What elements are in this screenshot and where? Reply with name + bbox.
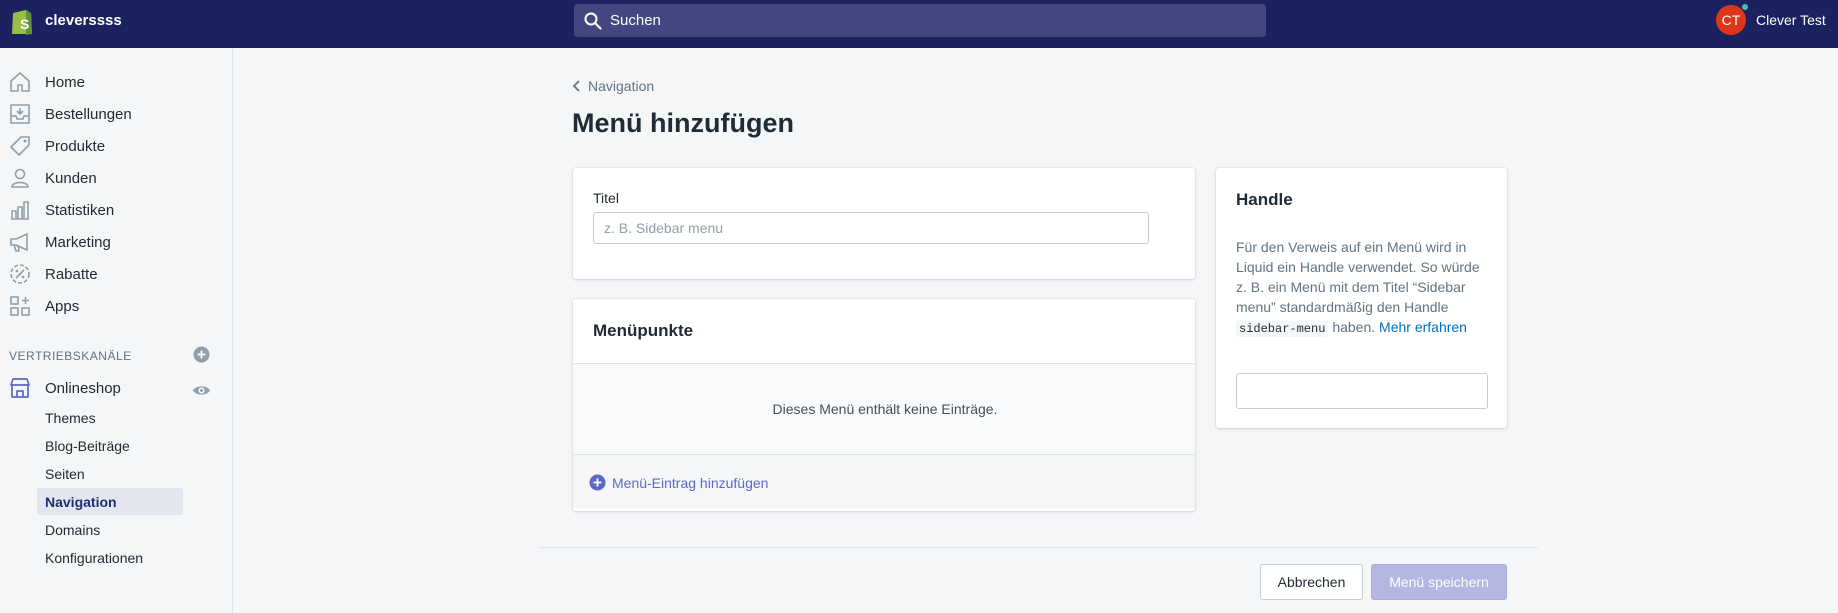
title-field-label: Titel [593, 190, 619, 206]
sidebar-subitem-domains[interactable]: Domains [37, 516, 183, 543]
sidebar-subitem-pages[interactable]: Seiten [37, 460, 183, 487]
sidebar-item-label: Bestellungen [45, 106, 132, 123]
sidebar-subitem-navigation[interactable]: Navigation [37, 488, 183, 515]
sidebar-item-orders[interactable]: Bestellungen [0, 100, 233, 128]
menu-items-empty-state: Dieses Menü enthält keine Einträge. [573, 363, 1195, 455]
add-menu-item-label: Menü-Eintrag hinzufügen [612, 474, 769, 491]
breadcrumb-back-link[interactable]: Navigation [572, 78, 654, 94]
handle-code: sidebar-menu [1236, 321, 1329, 337]
add-menu-item-button[interactable]: Menü-Eintrag hinzufügen [589, 474, 768, 491]
eye-icon[interactable] [192, 381, 211, 400]
sidebar-subitem-preferences[interactable]: Konfigurationen [37, 544, 183, 571]
sidebar-subitem-blog-posts[interactable]: Blog-Beiträge [37, 432, 183, 459]
sidebar-subitem-label: Blog-Beiträge [45, 438, 130, 454]
add-channel-icon[interactable] [193, 346, 210, 363]
handle-card: Handle Für den Verweis auf ein Menü wird… [1216, 168, 1507, 428]
apps-icon [10, 296, 30, 316]
sidebar-item-products[interactable]: Produkte [0, 132, 233, 160]
megaphone-icon [10, 233, 28, 252]
sidebar-item-label: Home [45, 74, 86, 91]
sidebar-subitem-label: Domains [45, 522, 101, 538]
sidebar-item-label: Marketing [45, 234, 111, 251]
search-bar[interactable]: Suchen [574, 4, 1266, 37]
footer-divider [540, 547, 1538, 548]
handle-description: Für den Verweis auf ein Menü wird in Liq… [1236, 237, 1492, 339]
handle-desc-text-end: haben. [1332, 319, 1376, 335]
top-bar: S cleverssss Suchen CT Clever Test [0, 0, 1838, 48]
sidebar-subitem-label: Seiten [45, 466, 85, 482]
sidebar-item-label: Apps [45, 298, 80, 315]
sidebar-subitem-label: Konfigurationen [45, 550, 144, 566]
discount-icon [10, 264, 30, 284]
title-card: Titel [573, 168, 1195, 279]
sidebar-subitem-label: Navigation [45, 494, 117, 510]
analytics-icon [11, 201, 29, 220]
sidebar-subitem-themes[interactable]: Themes [37, 404, 183, 431]
title-input[interactable] [593, 212, 1149, 244]
store-name[interactable]: cleverssss [45, 12, 122, 29]
page-title: Menü hinzufügen [572, 108, 794, 138]
tag-icon [10, 136, 30, 156]
sidebar-item-label: Onlineshop [45, 380, 121, 397]
sidebar-item-label: Produkte [45, 138, 106, 155]
handle-desc-text: Für den Verweis auf ein Menü wird in Liq… [1236, 239, 1480, 315]
empty-state-text: Dieses Menü enthält keine Einträge. [772, 401, 998, 417]
sidebar-item-marketing[interactable]: Marketing [0, 228, 233, 256]
svg-text:S: S [20, 16, 29, 32]
user-name[interactable]: Clever Test [1756, 12, 1826, 28]
sidebar-subitem-label: Themes [45, 410, 96, 426]
orders-icon [10, 104, 30, 124]
sidebar-item-label: Kunden [45, 170, 97, 187]
breadcrumb-label: Navigation [588, 78, 655, 94]
save-menu-button[interactable]: Menü speichern [1371, 564, 1507, 600]
chevron-left-icon [572, 80, 580, 92]
sidebar: Home Bestellungen Produkte Kunden Statis… [0, 48, 233, 613]
sidebar-item-label: Statistiken [45, 202, 115, 219]
cancel-button[interactable]: Abbrechen [1260, 564, 1363, 600]
sidebar-item-label: Rabatte [45, 266, 98, 283]
search-icon [584, 12, 602, 30]
search-placeholder: Suchen [610, 12, 661, 29]
handle-input[interactable] [1236, 373, 1488, 409]
store-icon [10, 378, 30, 398]
menu-items-title: Menüpunkte [593, 321, 694, 340]
menu-items-card: Menüpunkte Dieses Menü enthält keine Ein… [573, 299, 1195, 511]
learn-more-link[interactable]: Mehr erfahren [1379, 319, 1467, 335]
notification-dot [1741, 3, 1749, 11]
sidebar-item-customers[interactable]: Kunden [0, 164, 233, 192]
home-icon [10, 72, 30, 92]
sidebar-item-analytics[interactable]: Statistiken [0, 196, 233, 224]
handle-title: Handle [1236, 190, 1293, 209]
sidebar-item-home[interactable]: Home [0, 68, 233, 96]
shopify-logo-icon[interactable]: S [10, 7, 34, 37]
sales-channels-title: VERTRIEBSKANÄLE [9, 349, 132, 363]
sidebar-item-discounts[interactable]: Rabatte [0, 260, 233, 288]
plus-circle-icon [589, 474, 606, 491]
customer-icon [11, 168, 29, 188]
sidebar-item-apps[interactable]: Apps [0, 292, 233, 320]
